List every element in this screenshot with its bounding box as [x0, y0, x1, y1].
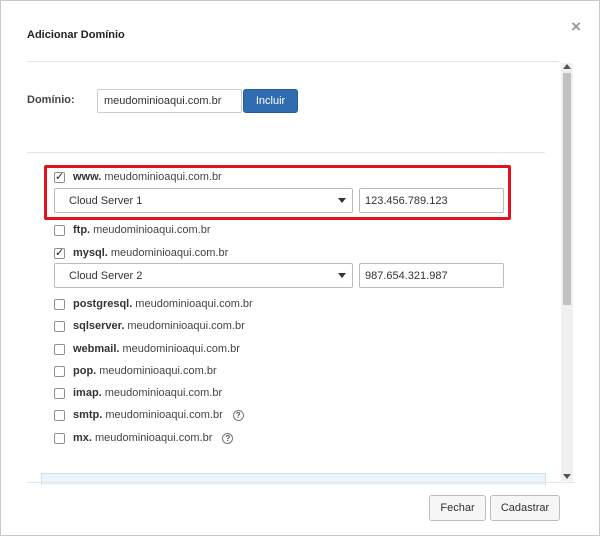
chevron-down-icon [338, 273, 346, 278]
subdomain-row-sqlserver: sqlserver. meudominioaqui.com.br [54, 318, 245, 334]
subdomain-row-smtp: smtp. meudominioaqui.com.br ? [54, 407, 244, 423]
subdomain-domain: meudominioaqui.com.br [127, 320, 245, 332]
close-icon[interactable]: × [571, 18, 581, 35]
subdomain-row-mysql: mysql. meudominioaqui.com.br [54, 245, 228, 261]
highlight-annotation [44, 165, 511, 220]
ftp-checkbox[interactable] [54, 224, 65, 236]
include-button[interactable]: Incluir [243, 89, 298, 113]
add-domain-modal: Adicionar Domínio × Domínio: Incluir www… [0, 0, 600, 536]
subdomain-row-postgresql: postgresql. meudominioaqui.com.br [54, 296, 253, 312]
section-divider [27, 152, 545, 153]
subdomain-prefix: pop. [73, 365, 97, 377]
domain-label: Domínio: [27, 94, 75, 106]
mysql-checkbox[interactable] [54, 246, 65, 259]
subdomain-prefix: ftp. [73, 224, 91, 236]
help-icon[interactable]: ? [222, 432, 234, 444]
subdomain-prefix: imap. [73, 387, 102, 399]
scroll-up-icon[interactable] [563, 64, 571, 69]
scroll-thumb[interactable] [563, 73, 571, 305]
subdomain-prefix: mysql. [73, 247, 108, 259]
subdomain-domain: meudominioaqui.com.br [99, 365, 217, 377]
close-button[interactable]: Fechar [429, 495, 486, 521]
submit-button[interactable]: Cadastrar [490, 495, 560, 521]
webmail-checkbox[interactable] [54, 343, 65, 355]
postgresql-checkbox[interactable] [54, 298, 65, 310]
subdomain-prefix: postgresql. [73, 298, 133, 310]
subdomain-row-imap: imap. meudominioaqui.com.br [54, 385, 222, 401]
select-value: Cloud Server 2 [69, 269, 143, 282]
subdomain-domain: meudominioaqui.com.br [94, 432, 213, 444]
subdomain-domain: meudominioaqui.com.br [122, 343, 240, 355]
header-divider [27, 61, 559, 62]
subdomain-row-mx: mx. meudominioaqui.com.br ? [54, 430, 234, 446]
mysql-ip-input[interactable] [359, 263, 504, 288]
subdomain-domain: meudominioaqui.com.br [110, 247, 229, 259]
subdomain-domain: meudominioaqui.com.br [135, 298, 253, 310]
subdomain-domain: meudominioaqui.com.br [105, 409, 223, 421]
subdomain-row-pop: pop. meudominioaqui.com.br [54, 363, 217, 379]
domain-input[interactable] [97, 89, 242, 113]
vertical-scrollbar[interactable] [561, 63, 573, 481]
mysql-server-select[interactable]: Cloud Server 2 [54, 263, 353, 288]
smtp-checkbox[interactable] [54, 409, 65, 421]
imap-checkbox[interactable] [54, 387, 65, 399]
subdomain-prefix: webmail. [73, 343, 120, 355]
subdomain-prefix: sqlserver. [73, 320, 125, 332]
subdomain-prefix: smtp. [73, 409, 103, 421]
sqlserver-checkbox[interactable] [54, 320, 65, 332]
scroll-down-icon[interactable] [563, 474, 571, 479]
subdomain-row-webmail: webmail. meudominioaqui.com.br [54, 341, 240, 357]
footer-divider [27, 482, 575, 483]
mx-checkbox[interactable] [54, 432, 65, 444]
pop-checkbox[interactable] [54, 365, 65, 377]
info-box [41, 473, 546, 485]
subdomain-prefix: mx. [73, 432, 92, 444]
subdomain-domain: meudominioaqui.com.br [93, 224, 211, 236]
subdomain-row-ftp: ftp. meudominioaqui.com.br [54, 222, 211, 238]
modal-title: Adicionar Domínio [27, 29, 125, 41]
subdomain-domain: meudominioaqui.com.br [104, 387, 223, 399]
help-icon[interactable]: ? [232, 409, 244, 421]
